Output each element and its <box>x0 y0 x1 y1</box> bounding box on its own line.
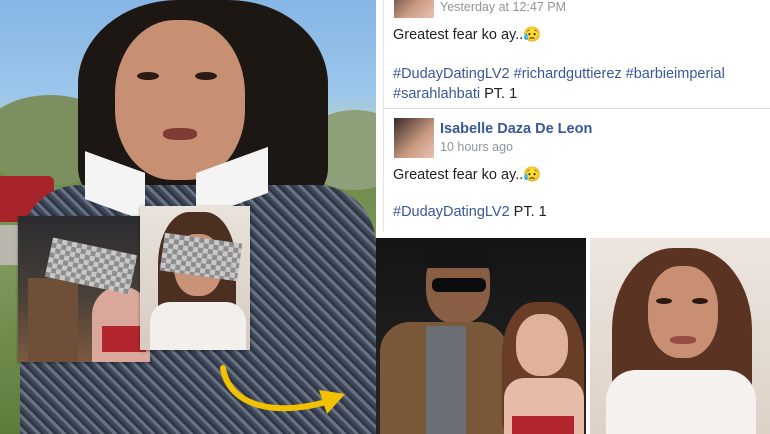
sunglasses-icon <box>432 278 486 292</box>
video-frame <box>0 0 376 434</box>
sad-face-emoji: 😥 <box>523 167 542 183</box>
photo-couple <box>376 238 586 434</box>
post-text: Greatest fear ko ay..😥 <box>393 26 541 43</box>
red-dress <box>512 416 574 434</box>
man-hair <box>424 246 492 268</box>
sad-face-emoji: 😥 <box>523 27 542 43</box>
white-top <box>606 370 756 434</box>
eye-right <box>195 72 217 80</box>
portrait-top <box>150 302 246 350</box>
mouth <box>163 128 197 140</box>
post-hashtags: #DudayDatingLV2 #richardguttierez #barbi… <box>393 64 768 104</box>
post-body: Greatest fear ko ay.. <box>393 167 524 183</box>
curved-arrow-icon <box>220 365 345 414</box>
hashtag-link[interactable]: #DudayDatingLV2 #richardguttierez #barbi… <box>393 66 725 82</box>
facebook-posts-panel: Yesterday at 12:47 PM Greatest fear ko a… <box>383 0 770 232</box>
lips <box>670 336 696 344</box>
eye-right <box>692 298 708 304</box>
collage-photo-portrait <box>140 206 250 350</box>
collage-photo-couple <box>18 216 150 362</box>
portrait-face <box>648 266 718 358</box>
post-text: Greatest fear ko ay..😥 <box>393 166 541 183</box>
eye-left <box>656 298 672 304</box>
photo-portrait <box>590 238 770 434</box>
post-timestamp[interactable]: 10 hours ago <box>440 140 513 154</box>
post-suffix: PT. 1 <box>480 86 518 102</box>
post-hashtags: #DudayDatingLV2 PT. 1 <box>393 204 547 220</box>
person-face <box>115 20 245 180</box>
avatar[interactable] <box>394 118 434 158</box>
jacket-man <box>28 278 78 362</box>
author-name[interactable]: Isabelle Daza De Leon <box>440 121 592 137</box>
post-suffix: PT. 1 <box>509 204 547 220</box>
hashtag-link[interactable]: #DudayDatingLV2 <box>393 204 510 220</box>
hashtag-link[interactable]: #sarahlahbati <box>393 86 480 102</box>
post-body: Greatest fear ko ay.. <box>393 27 524 43</box>
post-divider <box>384 108 770 109</box>
post-timestamp[interactable]: Yesterday at 12:47 PM <box>440 0 566 14</box>
avatar[interactable] <box>394 0 434 18</box>
grey-shirt <box>426 326 466 434</box>
woman-face <box>516 314 568 376</box>
eye-left <box>137 72 159 80</box>
